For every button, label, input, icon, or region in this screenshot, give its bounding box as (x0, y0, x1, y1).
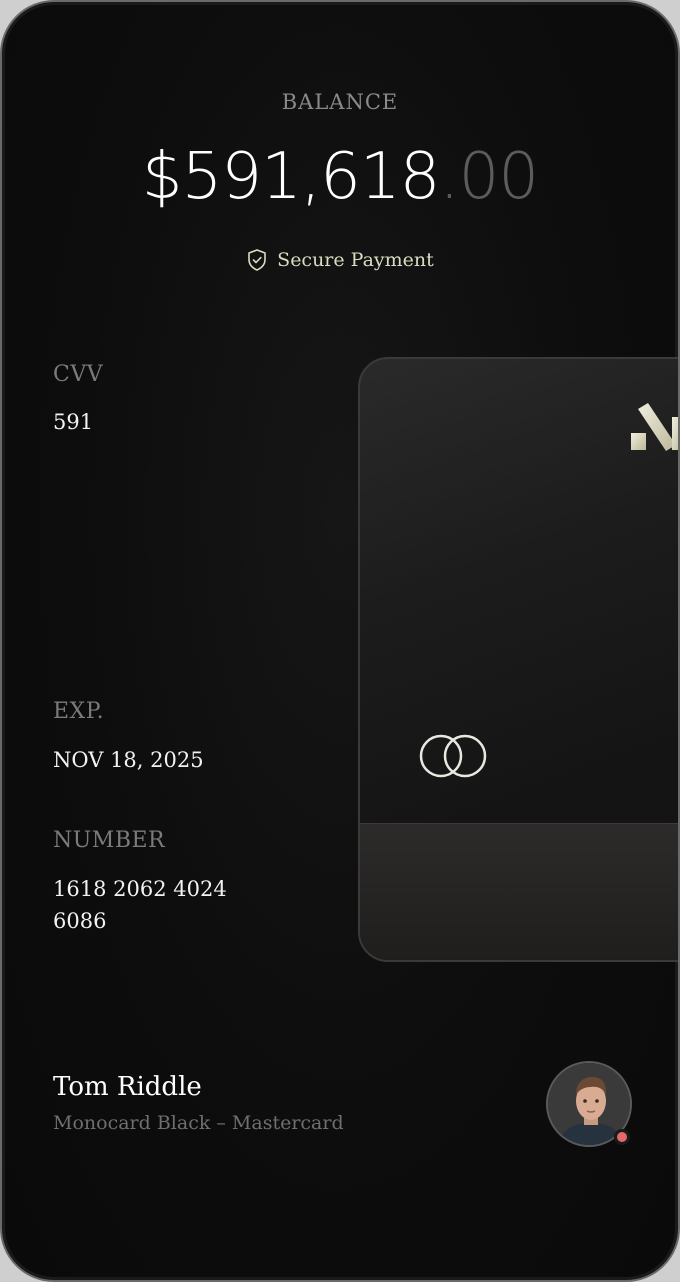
balance-label: BALANCE (281, 90, 399, 114)
balance-whole: $591,618 (141, 140, 440, 214)
cvv-value: 591 (53, 410, 94, 434)
card-bottom-strip (360, 823, 678, 960)
balance-cents: .00 (439, 140, 539, 214)
monocard-logo (628, 403, 678, 461)
number-label: NUMBER (53, 828, 166, 853)
status-indicator (614, 1129, 630, 1145)
card-type-label: Monocard Black – Mastercard (53, 1112, 344, 1134)
secure-payment-label: Secure Payment (277, 249, 434, 271)
card-number-value: 1618 2062 4024 6086 (53, 877, 227, 933)
secure-payment-badge: Secure Payment (2, 248, 678, 272)
phone-frame: BALANCE $591,618.00 Secure Payment CVV 5… (0, 0, 680, 1282)
mastercard-logo (417, 731, 491, 785)
exp-label: EXP. (53, 699, 105, 724)
cardholder-name: Tom Riddle (53, 1072, 202, 1102)
shield-check-icon (246, 248, 268, 272)
cvv-label: CVV (53, 362, 104, 387)
credit-card[interactable] (358, 357, 678, 962)
balance-amount: $591,618.00 (2, 140, 678, 214)
exp-value: NOV 18, 2025 (53, 748, 204, 772)
